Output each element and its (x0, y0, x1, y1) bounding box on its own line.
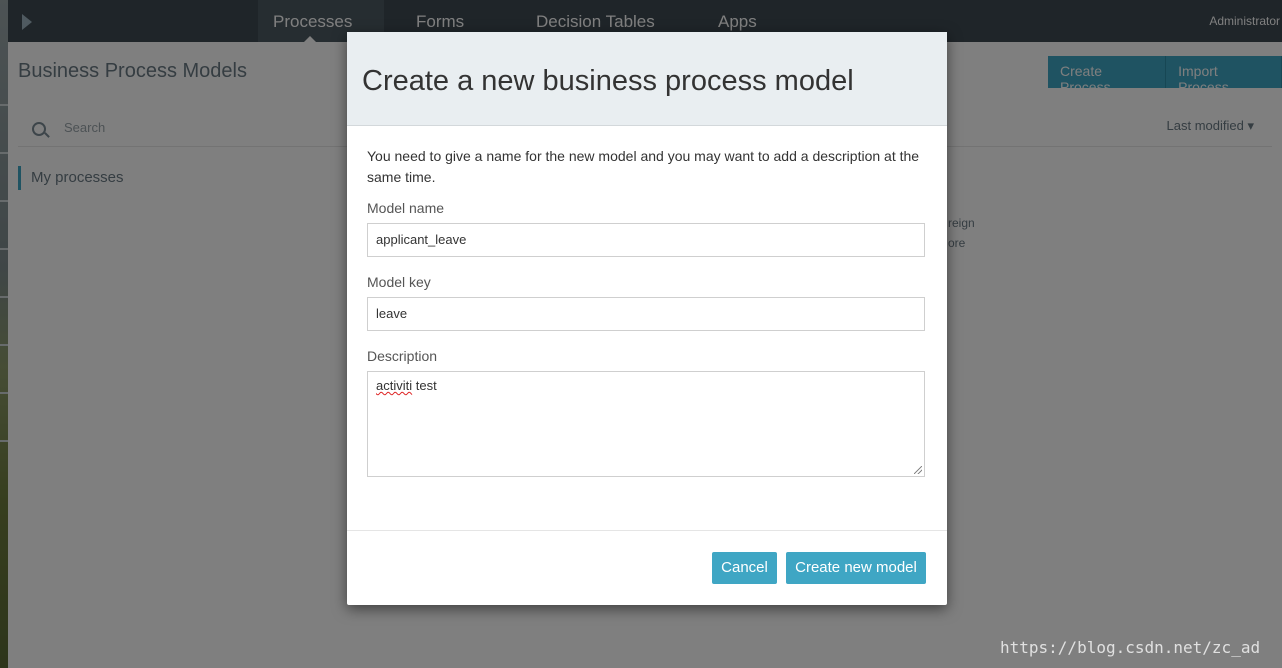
model-name-label: Model name (367, 200, 445, 216)
watermark-text: https://blog.csdn.net/zc_ad (1000, 638, 1261, 657)
description-label: Description (367, 348, 438, 364)
model-key-input[interactable]: leave (367, 297, 925, 331)
dialog-header: Create a new business process model (347, 32, 947, 126)
description-text-misspelled: activiti (376, 378, 413, 393)
model-key-label: Model key (367, 274, 431, 290)
create-new-model-button[interactable]: Create new model (786, 552, 926, 584)
dialog-intro-text: You need to give a name for the new mode… (367, 148, 920, 185)
dialog-title: Create a new business process model (362, 65, 854, 97)
create-model-dialog: Create a new business process model You … (347, 32, 947, 605)
description-textarea[interactable]: activiti test (367, 371, 925, 477)
dialog-footer: Cancel Create new model (347, 530, 947, 606)
description-text: test (412, 378, 437, 393)
model-name-input[interactable]: applicant_leave (367, 223, 925, 257)
resize-handle-icon[interactable] (914, 466, 922, 474)
cancel-button[interactable]: Cancel (712, 552, 777, 584)
